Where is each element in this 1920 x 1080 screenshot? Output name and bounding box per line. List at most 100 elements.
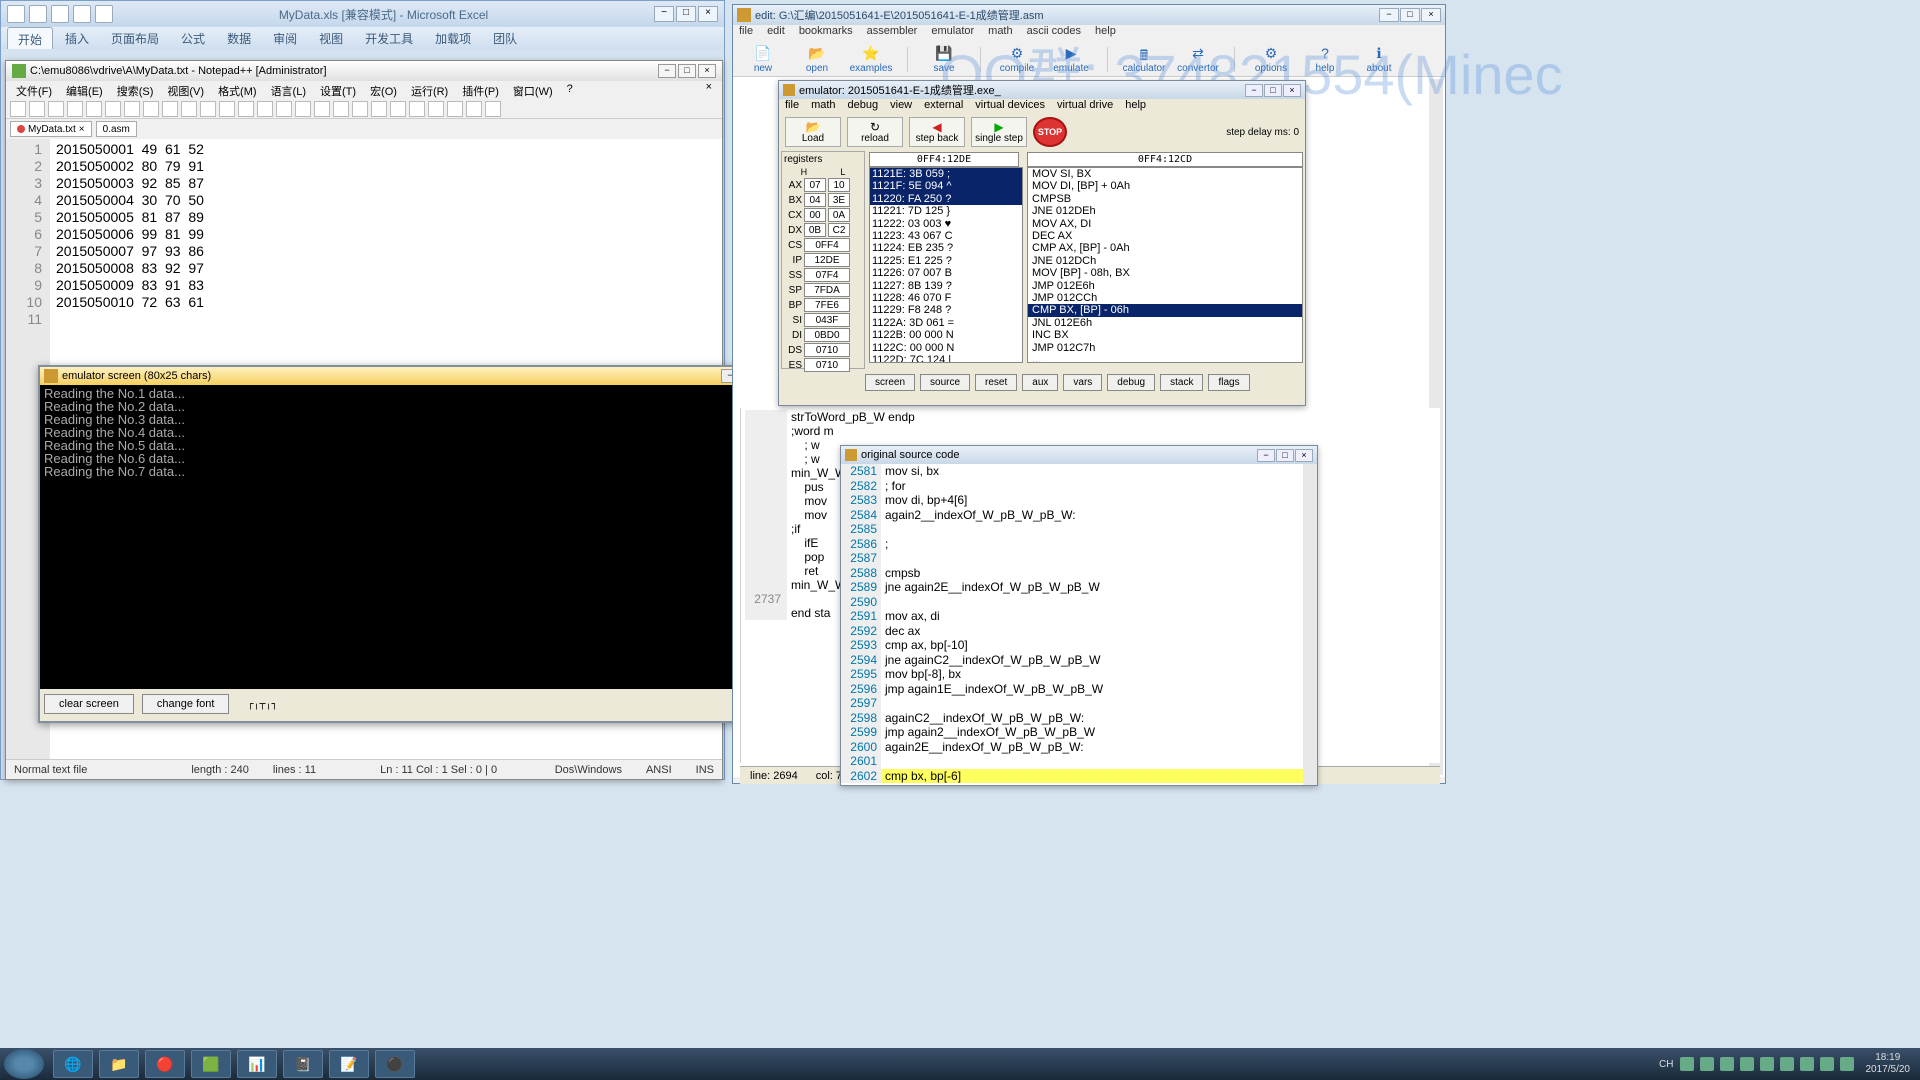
menu-help[interactable]: help bbox=[1125, 99, 1146, 115]
excel-qat[interactable] bbox=[7, 5, 113, 23]
source-line[interactable]: 2592dec ax bbox=[841, 624, 1317, 639]
toolbar-button[interactable] bbox=[200, 101, 216, 117]
tab-close-icon[interactable]: × bbox=[79, 124, 85, 135]
disasm-row[interactable]: CMPSB bbox=[1028, 193, 1302, 205]
toolbar-button[interactable] bbox=[390, 101, 406, 117]
address2-input[interactable] bbox=[1027, 152, 1303, 167]
byte-row[interactable]: 11228: 46 070 F bbox=[870, 292, 1022, 304]
toolbar-button[interactable] bbox=[409, 101, 425, 117]
step-back-button[interactable]: ◀step back bbox=[909, 117, 965, 147]
menu-file[interactable]: file bbox=[739, 25, 753, 43]
tool-save[interactable]: 💾save bbox=[922, 45, 966, 74]
byte-row[interactable]: 11220: FA 250 ? bbox=[870, 193, 1022, 205]
source-line[interactable]: 2602cmp bx, bp[-6] bbox=[841, 769, 1317, 784]
taskbar-app[interactable]: 🌐 bbox=[53, 1050, 93, 1078]
disasm-row[interactable]: CMP AX, [BP] - 0Ah bbox=[1028, 242, 1302, 254]
byte-row[interactable]: 1122C: 00 000 N bbox=[870, 342, 1022, 354]
screen-button[interactable]: screen bbox=[865, 374, 915, 391]
byte-row[interactable]: 11224: EB 235 ? bbox=[870, 242, 1022, 254]
byte-row[interactable]: 11222: 03 003 ♥ bbox=[870, 218, 1022, 230]
taskbar-app[interactable]: 🔴 bbox=[145, 1050, 185, 1078]
tool-about[interactable]: ℹabout bbox=[1357, 45, 1401, 74]
ribbon-tab[interactable]: 团队 bbox=[483, 27, 527, 49]
tray-icon[interactable] bbox=[1780, 1057, 1794, 1071]
emuide-menubar[interactable]: file edit bookmarks assembler emulator m… bbox=[733, 25, 1445, 43]
taskbar-app[interactable]: ⚫ bbox=[375, 1050, 415, 1078]
tool-convertor[interactable]: ⇄convertor bbox=[1176, 45, 1220, 74]
reg-CX-l[interactable] bbox=[828, 208, 850, 222]
ime-indicator[interactable]: CH bbox=[1659, 1059, 1673, 1070]
ribbon-tab[interactable]: 开始 bbox=[7, 27, 53, 49]
emuide-titlebar[interactable]: edit: G:\汇编\2015051641-E\2015051641-E-1成… bbox=[733, 5, 1445, 25]
ribbon-tab[interactable]: 审阅 bbox=[263, 27, 307, 49]
source-line[interactable]: 2585 bbox=[841, 522, 1317, 537]
disasm-row[interactable]: MOV SI, BX bbox=[1028, 168, 1302, 180]
menu-debug[interactable]: debug bbox=[848, 99, 879, 115]
tray-icon[interactable] bbox=[1700, 1057, 1714, 1071]
toolbar-button[interactable] bbox=[219, 101, 235, 117]
byte-row[interactable]: 1122A: 3D 061 = bbox=[870, 317, 1022, 329]
emudbg-menubar[interactable]: file math debug view external virtual de… bbox=[779, 99, 1305, 115]
reg-SP[interactable] bbox=[804, 283, 850, 297]
taskbar-app[interactable]: 📁 bbox=[99, 1050, 139, 1078]
menu-edit[interactable]: 编辑(E) bbox=[60, 81, 109, 99]
reg-IP[interactable] bbox=[804, 253, 850, 267]
vars-button[interactable]: vars bbox=[1063, 374, 1102, 391]
toolbar-button[interactable] bbox=[314, 101, 330, 117]
source-line[interactable]: 2595mov bp[-8], bx bbox=[841, 667, 1317, 682]
reg-BX-l[interactable] bbox=[828, 193, 850, 207]
disasm-row[interactable]: ... bbox=[1028, 354, 1302, 363]
tray-icon[interactable] bbox=[1760, 1057, 1774, 1071]
byte-row[interactable]: 11227: 8B 139 ? bbox=[870, 280, 1022, 292]
source-button[interactable]: source bbox=[920, 374, 970, 391]
menu-edit[interactable]: edit bbox=[767, 25, 785, 43]
menu-math[interactable]: math bbox=[988, 25, 1012, 43]
menu-vdevices[interactable]: virtual devices bbox=[975, 99, 1045, 115]
disasm-row[interactable]: MOV [BP] - 08h, BX bbox=[1028, 267, 1302, 279]
close-icon[interactable]: × bbox=[698, 64, 716, 78]
tray-icon[interactable] bbox=[1720, 1057, 1734, 1071]
tool-new[interactable]: 📄new bbox=[741, 45, 785, 74]
taskbar-app[interactable]: 📓 bbox=[283, 1050, 323, 1078]
close-icon[interactable]: × bbox=[698, 6, 718, 22]
source-line[interactable]: 2599jmp again2__indexOf_W_pB_W_pB_W bbox=[841, 725, 1317, 740]
byte-row[interactable]: 11223: 43 067 C bbox=[870, 230, 1022, 242]
stop-button[interactable]: STOP bbox=[1033, 117, 1067, 147]
menu-assembler[interactable]: assembler bbox=[867, 25, 918, 43]
reg-CX-h[interactable] bbox=[804, 208, 826, 222]
reg-BX-h[interactable] bbox=[804, 193, 826, 207]
toolbar-button[interactable] bbox=[428, 101, 444, 117]
menu-file[interactable]: file bbox=[785, 99, 799, 115]
tray-icon[interactable] bbox=[1740, 1057, 1754, 1071]
toolbar-button[interactable] bbox=[124, 101, 140, 117]
reg-SS[interactable] bbox=[804, 268, 850, 282]
menu-search[interactable]: 搜索(S) bbox=[111, 81, 160, 99]
source-line[interactable]: 2590 bbox=[841, 595, 1317, 610]
toolbar-button[interactable] bbox=[181, 101, 197, 117]
reg-CS[interactable] bbox=[804, 238, 850, 252]
excel-window-buttons[interactable]: −□× bbox=[654, 6, 718, 22]
npp-doc-close-icon[interactable]: × bbox=[700, 81, 718, 99]
disasm-row[interactable]: MOV AX, DI bbox=[1028, 218, 1302, 230]
reg-SI[interactable] bbox=[804, 313, 850, 327]
maximize-icon[interactable]: □ bbox=[678, 64, 696, 78]
byte-row[interactable]: 1122B: 00 000 N bbox=[870, 329, 1022, 341]
menu-settings[interactable]: 设置(T) bbox=[314, 81, 362, 99]
disasm-row[interactable]: JMP 012CCh bbox=[1028, 292, 1302, 304]
maximize-icon[interactable]: □ bbox=[1264, 84, 1282, 97]
single-step-button[interactable]: ▶single step bbox=[971, 117, 1027, 147]
toolbar-button[interactable] bbox=[143, 101, 159, 117]
system-tray[interactable]: CH 18:192017/5/20 bbox=[1659, 1052, 1916, 1076]
toolbar-button[interactable] bbox=[257, 101, 273, 117]
tool-help[interactable]: ?help bbox=[1303, 45, 1347, 74]
emuide-toolbar[interactable]: 📄new 📂open ⭐examples 💾save ⚙compile ▶emu… bbox=[733, 43, 1445, 77]
source-line[interactable]: 2597 bbox=[841, 696, 1317, 711]
ribbon-tab[interactable]: 视图 bbox=[309, 27, 353, 49]
change-font-button[interactable]: change font bbox=[142, 694, 230, 714]
scrollbar[interactable] bbox=[1303, 464, 1317, 785]
source-line[interactable]: 2593cmp ax, bp[-10] bbox=[841, 638, 1317, 653]
reg-AX-l[interactable] bbox=[828, 178, 850, 192]
taskbar-app[interactable]: 📊 bbox=[237, 1050, 277, 1078]
reg-BP[interactable] bbox=[804, 298, 850, 312]
minimize-icon[interactable]: − bbox=[1379, 8, 1399, 22]
